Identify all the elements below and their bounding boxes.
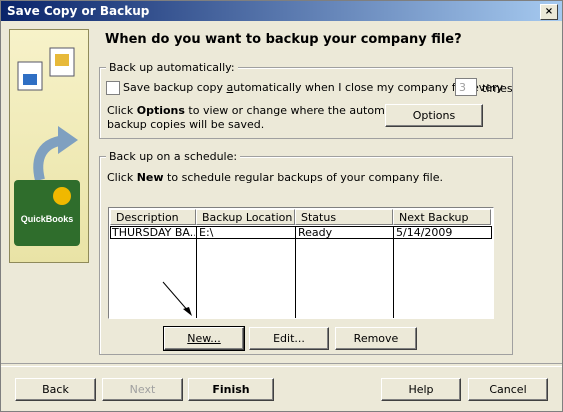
auto-backup-info: Click Options to view or change where th… <box>107 104 405 117</box>
window-title: Save Copy or Backup <box>7 4 150 18</box>
auto-backup-checkbox[interactable] <box>106 81 120 95</box>
cancel-button[interactable]: Cancel <box>468 378 548 401</box>
side-illustration: QuickBooks <box>9 29 89 263</box>
auto-backup-checkbox-label: Save backup copy automatically when I cl… <box>123 81 504 94</box>
edit-button[interactable]: Edit... <box>249 327 329 350</box>
quickbooks-logo-text: QuickBooks <box>21 214 74 224</box>
close-button[interactable]: × <box>540 4 558 20</box>
schedule-table[interactable]: Description Backup Location Status Next … <box>108 207 494 319</box>
backup-illustration-icon: QuickBooks <box>14 47 80 246</box>
next-button[interactable]: Next <box>102 378 183 401</box>
back-button[interactable]: Back <box>15 378 96 401</box>
auto-backup-legend: Back up automatically: <box>106 61 238 74</box>
pointer-arrow-icon <box>162 281 192 316</box>
schedule-legend: Back up on a schedule: <box>106 150 241 163</box>
options-button[interactable]: Options <box>385 104 483 127</box>
backup-times-input[interactable]: 3 <box>455 78 477 96</box>
new-button[interactable]: New... <box>163 326 245 351</box>
schedule-info: Click New to schedule regular backups of… <box>107 171 443 184</box>
auto-backup-info-line2: backup copies will be saved. <box>107 118 265 131</box>
finish-button[interactable]: Finish <box>188 378 274 401</box>
footer-separator <box>1 363 562 367</box>
title-bar[interactable]: Save Copy or Backup × <box>1 1 562 21</box>
page-heading: When do you want to backup your company … <box>105 32 462 47</box>
remove-button[interactable]: Remove <box>335 327 417 350</box>
times-label: times <box>482 82 513 95</box>
backup-dialog: Save Copy or Backup × QuickBooks When do… <box>0 0 563 412</box>
help-button[interactable]: Help <box>381 378 461 401</box>
